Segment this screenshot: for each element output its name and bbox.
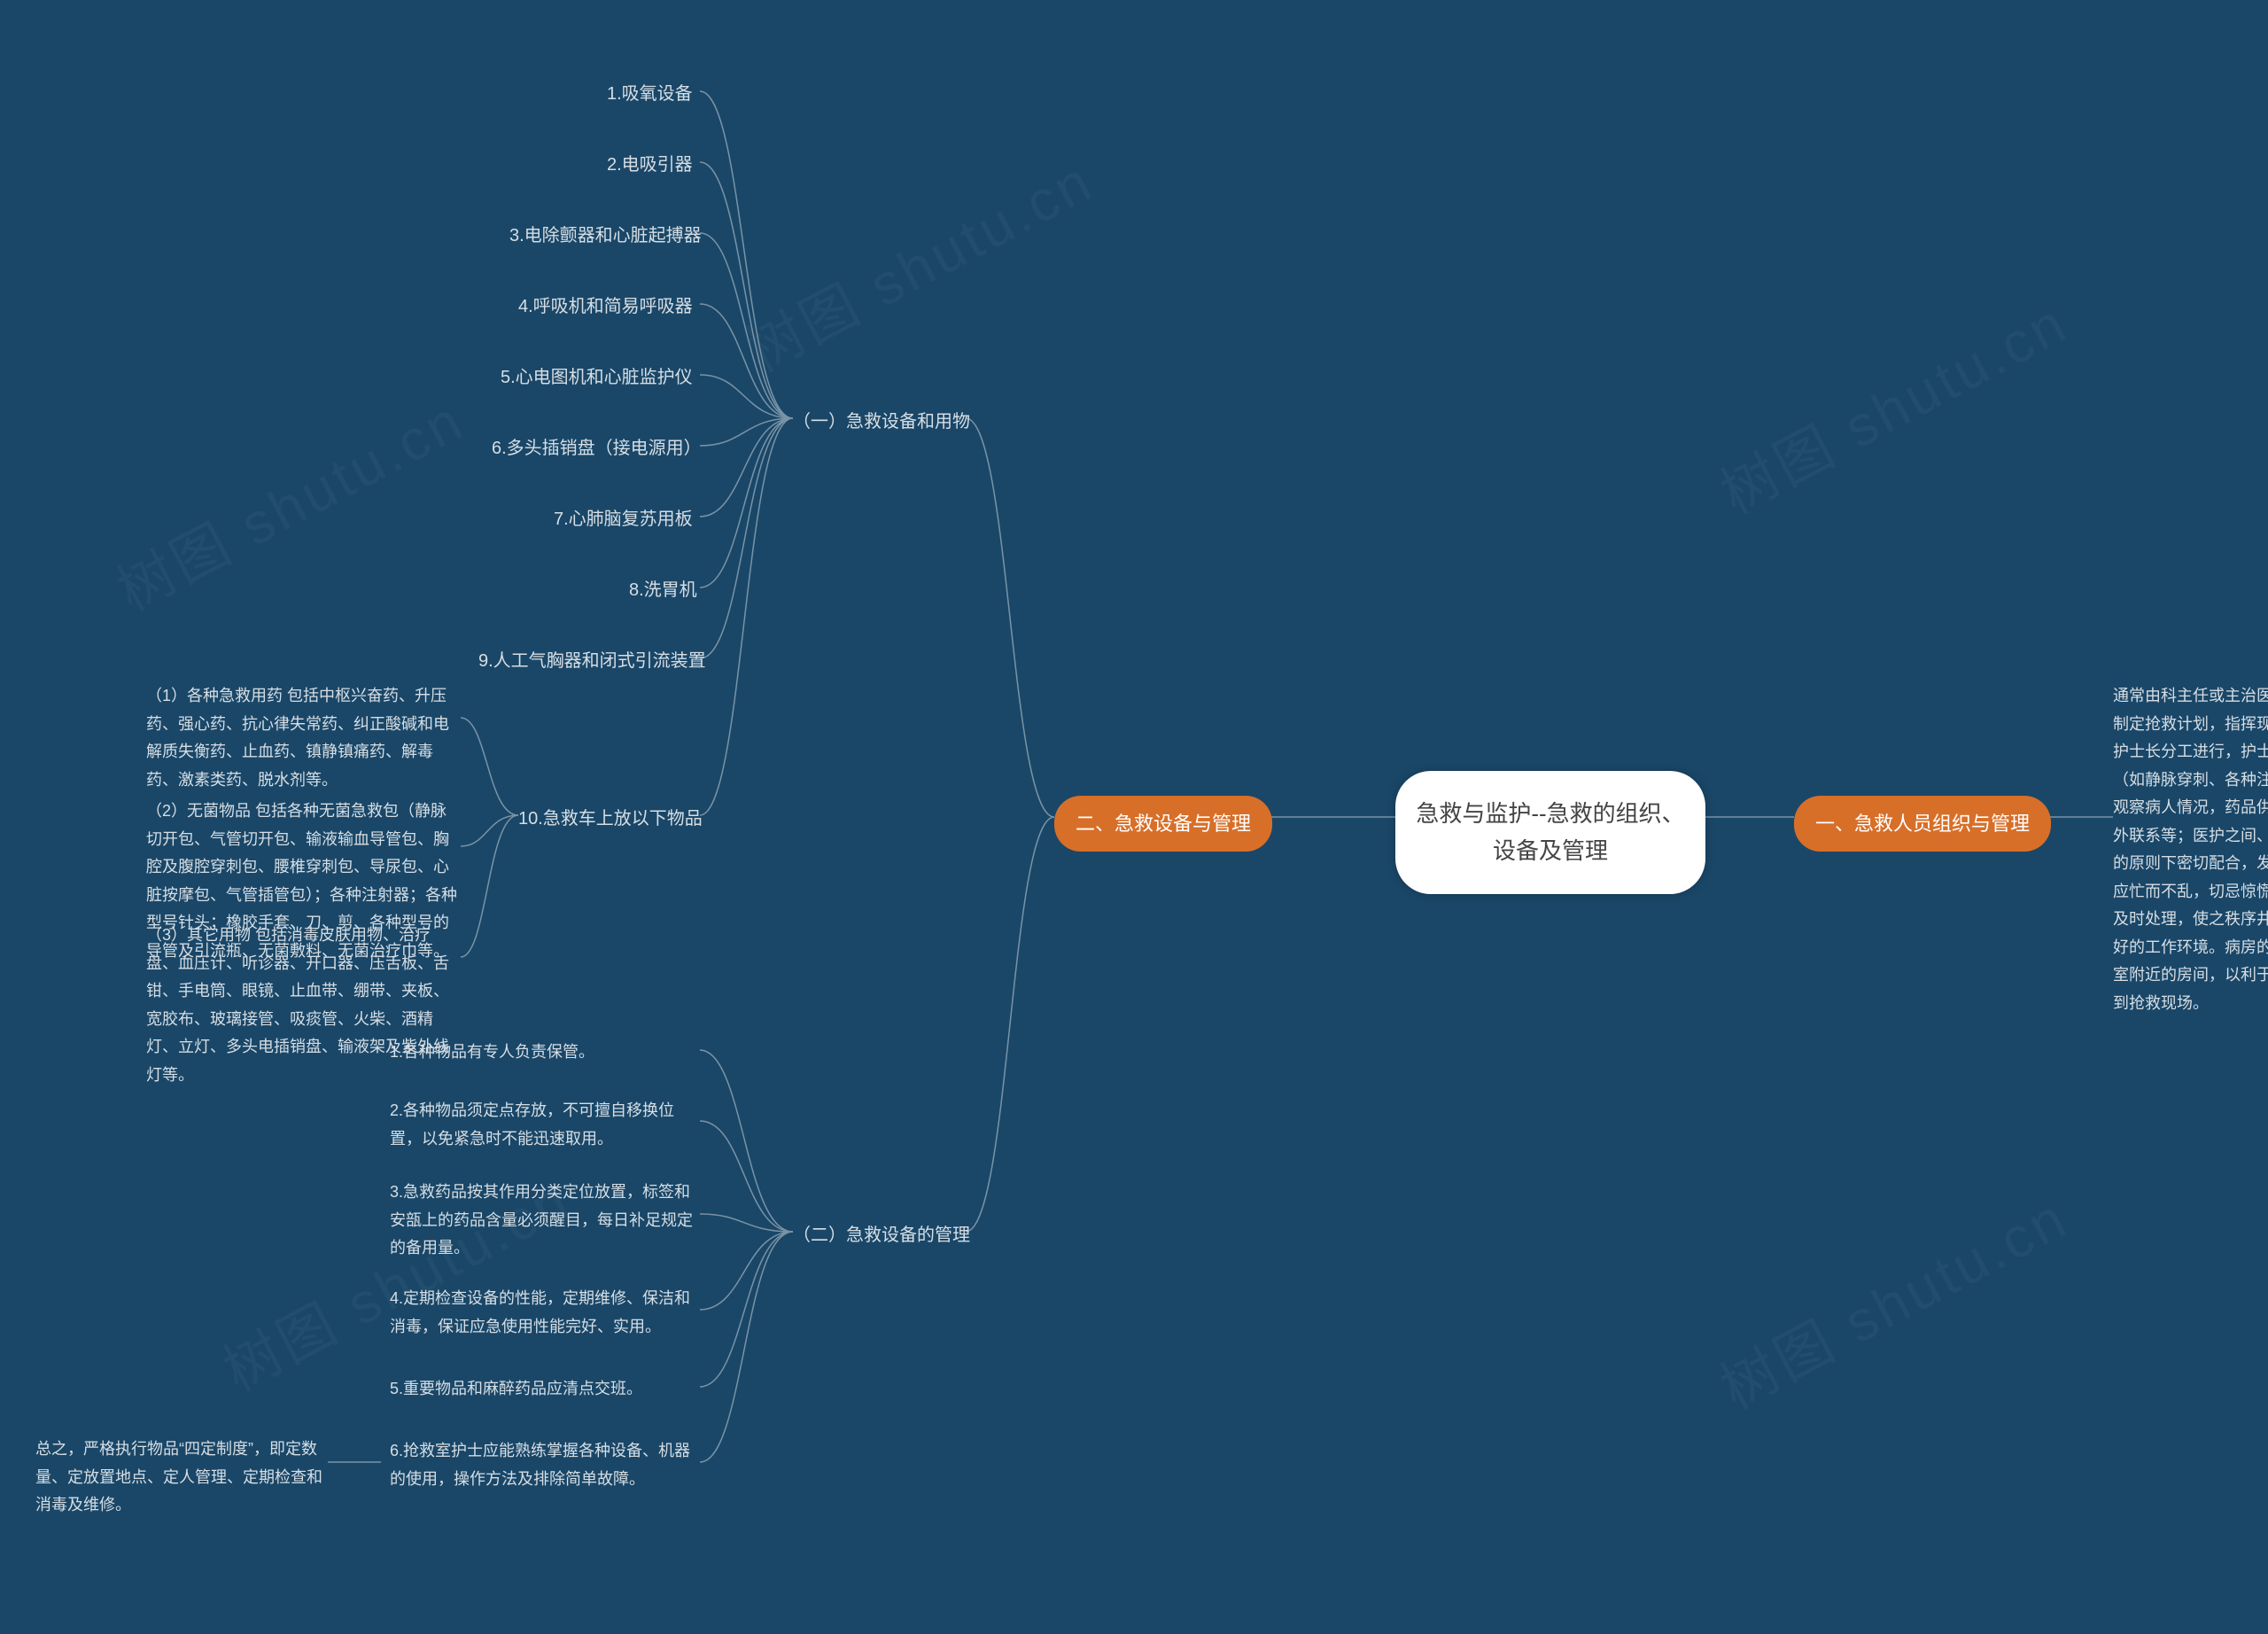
sub-a-item-8: 8.洗胃机 [629,576,697,604]
sub-b-item6-note: 总之，严格执行物品“四定制度”，即定数量、定放置地点、定人管理、定期检查和消毒及… [35,1436,332,1520]
sub-b-item-1: 1.各种物品有专人负责保管。 [390,1039,700,1067]
sub-a-item-3: 3.电除颤器和心脏起搏器 [509,222,702,250]
sub-a-item-7: 7.心肺脑复苏用板 [554,505,693,533]
root-node: 急救与监护--急救的组织、设备及管理 [1395,771,1705,894]
branch-right-detail: 通常由科主任或主治医师负责组织抢救小组，制定抢救计划，指挥现场抢救行动。护理则由… [2113,682,2268,1017]
sub-b-item-2: 2.各种物品须定点存放，不可擅自移换位置，以免紧急时不能迅速取用。 [390,1097,700,1153]
sub-b-item-4: 4.定期检查设备的性能，定期维修、保洁和消毒，保证应急使用性能完好、实用。 [390,1285,700,1341]
watermark: 树图 shutu.cn [1705,278,2080,530]
watermark: 树图 shutu.cn [730,136,1106,388]
sub-b-item-5: 5.重要物品和麻醉药品应清点交班。 [390,1375,700,1404]
sub-a-item-10: 10.急救车上放以下物品 [518,805,703,833]
sub-b-title: （二）急救设备的管理 [793,1221,970,1249]
sub-a-title: （一）急救设备和用物 [793,408,970,436]
sub-a-item-9: 9.人工气胸器和闭式引流装置 [478,647,706,675]
sub-a-item-4: 4.呼吸机和简易呼吸器 [518,292,693,321]
branch-left-title: 二、急救设备与管理 [1054,796,1272,852]
sub-a-item-1: 1.吸氧设备 [607,80,693,108]
sub-b-item-6: 6.抢救室护士应能熟练掌握各种设备、机器的使用，操作方法及排除简单故障。 [390,1437,700,1493]
mindmap-canvas: 树图 shutu.cn 树图 shutu.cn 树图 shutu.cn 树图 s… [0,0,2268,1634]
branch-right-title: 一、急救人员组织与管理 [1794,796,2051,852]
sub-b-item-3: 3.急救药品按其作用分类定位放置，标签和安瓿上的药品含量必须醒目，每日补足规定的… [390,1179,700,1263]
sub-a-item10-sub1: （1）各种急救用药 包括中枢兴奋药、升压药、强心药、抗心律失常药、纠正酸碱和电解… [146,682,461,794]
sub-a-item-2: 2.电吸引器 [607,151,693,179]
watermark: 树图 shutu.cn [101,376,477,627]
watermark: 树图 shutu.cn [1705,1173,2080,1425]
sub-a-item-5: 5.心电图机和心脏监护仪 [501,363,693,392]
sub-a-item-6: 6.多头插销盘（接电源用） [492,434,702,463]
